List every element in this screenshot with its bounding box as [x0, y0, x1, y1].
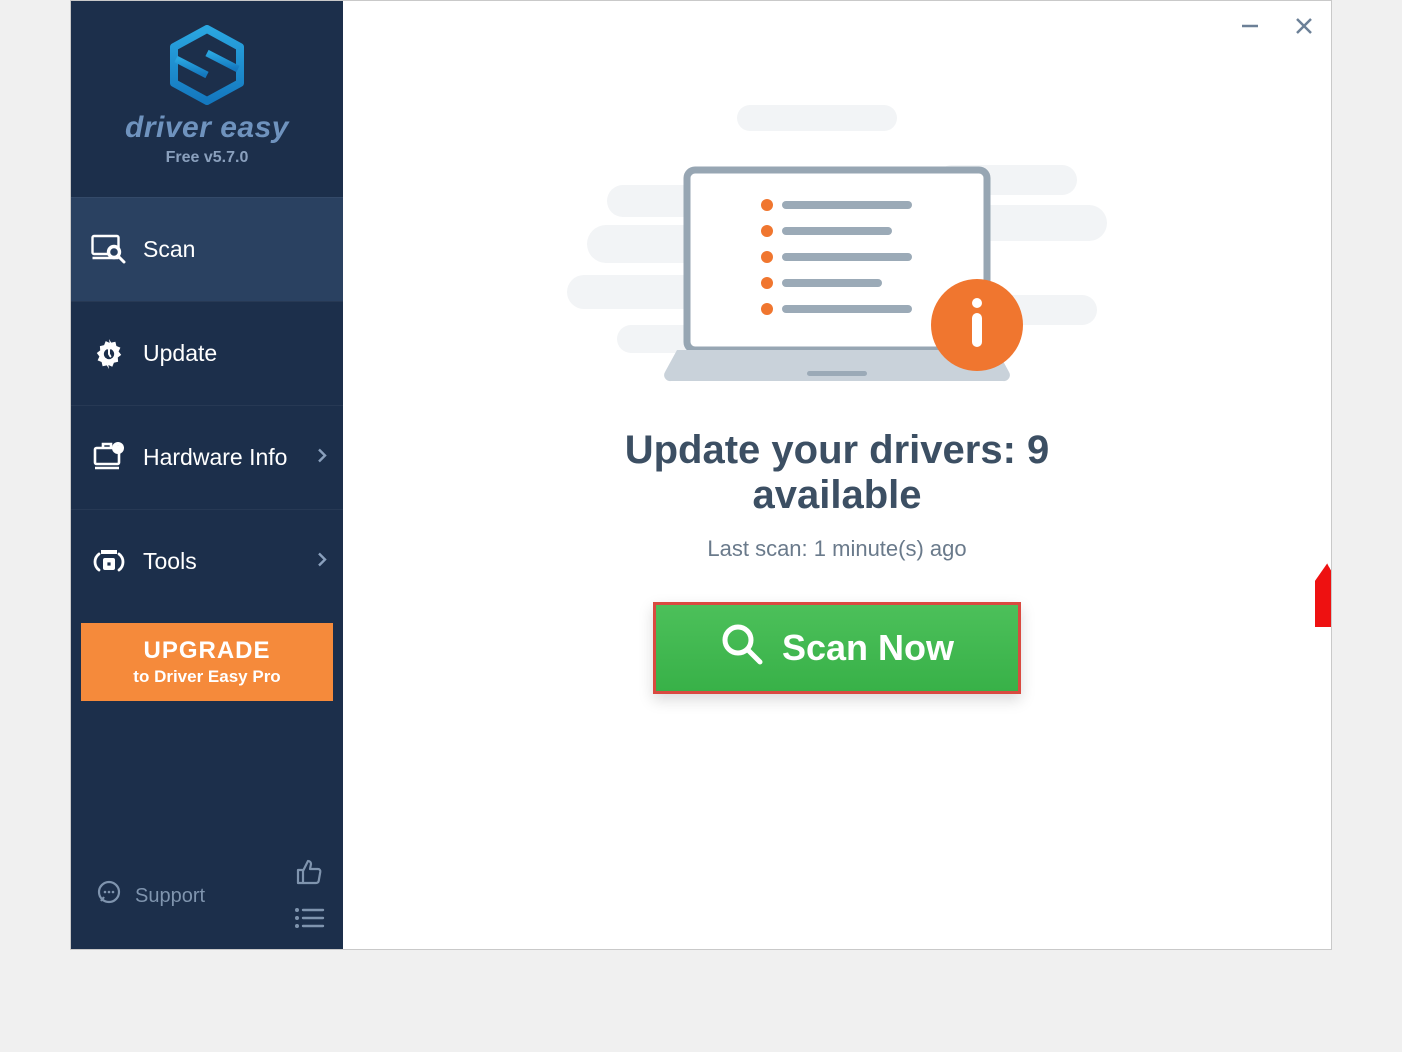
sidebar-item-tools[interactable]: Tools: [71, 509, 343, 613]
minimize-button[interactable]: [1233, 9, 1267, 43]
chevron-right-icon: [317, 551, 327, 572]
upgrade-line1: UPGRADE: [81, 637, 333, 665]
nav: Scan Update: [71, 197, 343, 613]
bottom-icons: [293, 857, 325, 935]
scan-now-button[interactable]: Scan Now: [653, 602, 1021, 694]
annotation-arrow-icon: [1315, 537, 1332, 632]
brand-version: Free v5.7.0: [71, 149, 343, 167]
main-content: Update your drivers: 9 available Last sc…: [343, 1, 1331, 949]
list-menu-icon[interactable]: [293, 906, 325, 935]
laptop-illustration-icon: [557, 382, 1117, 399]
thumbs-up-icon[interactable]: [294, 857, 324, 892]
tools-icon: [89, 542, 129, 582]
sidebar-item-label: Hardware Info: [143, 444, 287, 471]
sidebar-bottom: Support: [71, 847, 343, 949]
hardware-info-icon: [89, 438, 129, 478]
sidebar-item-label: Tools: [143, 548, 197, 575]
support-label: Support: [135, 885, 205, 908]
window-controls: [1233, 9, 1321, 43]
sidebar-item-label: Update: [143, 340, 217, 367]
app-logo-icon: [71, 25, 343, 105]
last-scan-text: Last scan: 1 minute(s) ago: [557, 536, 1117, 562]
app-window: driver easy Free v5.7.0 Scan: [70, 0, 1332, 950]
chevron-right-icon: [317, 447, 327, 468]
upgrade-button[interactable]: UPGRADE to Driver Easy Pro: [81, 623, 333, 701]
hero: Update your drivers: 9 available Last sc…: [557, 75, 1117, 694]
search-icon: [720, 622, 764, 675]
logo-area: driver easy Free v5.7.0: [71, 1, 343, 185]
scan-now-label: Scan Now: [782, 627, 954, 669]
sidebar-item-hardware-info[interactable]: Hardware Info: [71, 405, 343, 509]
upgrade-line2: to Driver Easy Pro: [81, 667, 333, 687]
sidebar-item-update[interactable]: Update: [71, 301, 343, 405]
chat-bubble-icon: [95, 879, 123, 913]
gear-icon: [89, 334, 129, 374]
support-link[interactable]: Support: [95, 879, 205, 913]
monitor-search-icon: [89, 230, 129, 270]
sidebar: driver easy Free v5.7.0 Scan: [71, 1, 343, 949]
brand-name: driver easy: [71, 111, 343, 145]
close-button[interactable]: [1287, 9, 1321, 43]
sidebar-item-scan[interactable]: Scan: [71, 197, 343, 301]
sidebar-item-label: Scan: [143, 236, 195, 263]
headline-text: Update your drivers: 9 available: [557, 428, 1117, 518]
